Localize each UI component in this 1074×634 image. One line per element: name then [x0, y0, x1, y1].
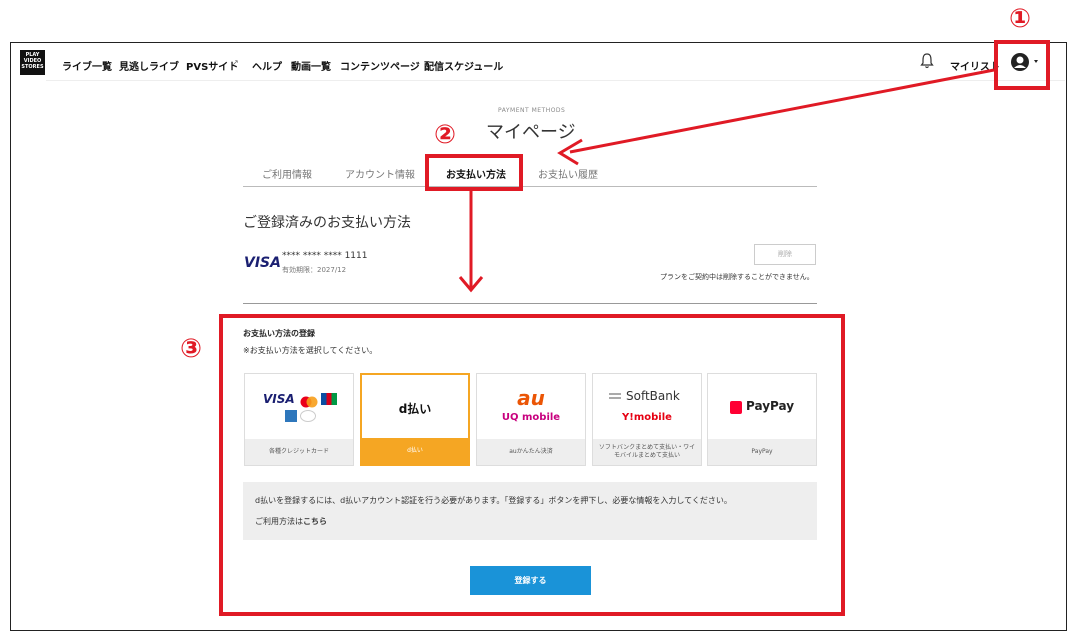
- arrow-1-to-2: [569, 68, 995, 154]
- annotation-arrows: [458, 68, 995, 293]
